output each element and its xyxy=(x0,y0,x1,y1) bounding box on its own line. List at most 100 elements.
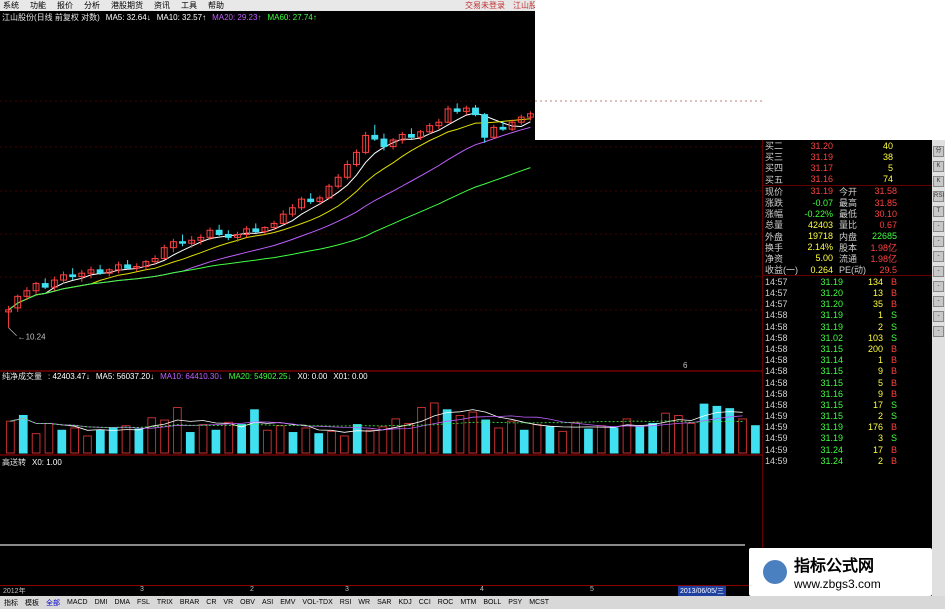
watermark-url: www.zbgs3.com xyxy=(793,577,881,591)
time-axis-label: 4 xyxy=(480,586,484,593)
tick-row: 14:58 31.15 200 B xyxy=(763,343,932,354)
volume-bar xyxy=(340,435,349,454)
tick-price: 31.19 xyxy=(820,321,843,332)
stat-value: 1.98亿 xyxy=(870,253,897,264)
tick-direction: B xyxy=(890,377,897,388)
menu-item-0[interactable]: 系统 xyxy=(3,0,19,11)
trade-status[interactable]: 交易未登录 江山股 xyxy=(445,0,545,11)
toolbar-button-4[interactable]: T xyxy=(933,206,944,217)
stat-row: 收益(一) 0.264 PE(动) 29.5 xyxy=(763,264,932,276)
tick-row: 14:57 31.20 13 B xyxy=(763,287,932,298)
candle-body xyxy=(69,274,77,278)
indicator-tab-mtm[interactable]: MTM xyxy=(459,599,477,606)
bid-price: 31.17 xyxy=(810,162,833,173)
indicator-tab-obv[interactable]: OBV xyxy=(239,599,256,606)
tick-list: 14:57 31.19 134 B 14:57 31.20 13 B 14:57 31.20 35 B… xyxy=(763,275,932,466)
tick-row: 14:59 31.15 2 S xyxy=(763,411,932,422)
tick-volume: 1 xyxy=(877,355,883,366)
time-axis-label: 3 xyxy=(345,586,349,593)
indicator-tab-wr[interactable]: WR xyxy=(357,599,371,606)
menu-item-4[interactable]: 港股期货 xyxy=(111,0,143,11)
toolbar-button-8[interactable]: - xyxy=(933,266,944,277)
menu-item-6[interactable]: 工具 xyxy=(181,0,197,11)
volume-bar xyxy=(70,427,80,454)
menu-item-3[interactable]: 分析 xyxy=(84,0,100,11)
toolbar-button-10[interactable]: - xyxy=(933,296,944,307)
indicator-tab-macd[interactable]: MACD xyxy=(66,599,89,606)
indicator-tab-fsl[interactable]: FSL xyxy=(136,599,151,606)
toolbar-button-11[interactable]: - xyxy=(933,311,944,322)
volume-bar xyxy=(622,418,632,454)
indicator-tab-vr[interactable]: VR xyxy=(222,599,234,606)
tick-row: 14:59 31.24 17 B xyxy=(763,444,932,455)
stat-value: 31.19 xyxy=(810,186,833,197)
tick-direction: B xyxy=(890,366,897,377)
volume-bar xyxy=(18,414,28,454)
tick-price: 31.24 xyxy=(820,455,843,466)
tick-time: 14:58 xyxy=(765,388,788,399)
toolbar-button-2[interactable]: K xyxy=(933,176,944,187)
watermark-title: 指标公式网 xyxy=(794,556,874,575)
trade-login-status[interactable]: 交易未登录 xyxy=(465,0,505,11)
menu-item-5[interactable]: 资讯 xyxy=(154,0,170,11)
toolbar-button-9[interactable]: - xyxy=(933,281,944,292)
indicator-tab-cci[interactable]: CCI xyxy=(418,599,432,606)
stat-value: 0.264 xyxy=(810,264,833,275)
time-axis-label: 3 xyxy=(140,586,144,593)
tick-price: 31.24 xyxy=(820,444,843,455)
indicator-tab-指标[interactable]: 指标 xyxy=(3,598,19,608)
volume-bar xyxy=(648,422,658,454)
volume-bar xyxy=(494,427,503,454)
tick-time: 14:59 xyxy=(765,455,788,466)
volume-bar xyxy=(108,427,118,454)
indicator-tab-emv[interactable]: EMV xyxy=(279,599,296,606)
stat-label: PE(动) xyxy=(839,265,867,276)
tick-price: 31.15 xyxy=(820,411,843,422)
indicator-tab-trix[interactable]: TRIX xyxy=(156,599,174,606)
tick-price: 31.19 xyxy=(820,433,843,444)
menu-item-2[interactable]: 报价 xyxy=(57,0,73,11)
indicator-tab-vol-tdx[interactable]: VOL-TDX xyxy=(301,599,333,606)
indicator-tab-mcst[interactable]: MCST xyxy=(528,599,550,606)
indicator-tab-psy[interactable]: PSY xyxy=(507,599,523,606)
toolbar-button-1[interactable]: K xyxy=(933,161,944,172)
toolbar-button-0[interactable]: 分 xyxy=(933,146,944,157)
indicator-tab-rsi[interactable]: RSI xyxy=(339,599,353,606)
tick-row: 14:59 31.19 176 B xyxy=(763,422,932,433)
tick-time: 14:58 xyxy=(765,366,788,377)
indicator-tab-boll[interactable]: BOLL xyxy=(482,599,502,606)
stat-value: 5.00 xyxy=(815,253,833,264)
indicator-tab-asi[interactable]: ASI xyxy=(261,599,274,606)
tick-price: 31.20 xyxy=(820,288,843,299)
tick-price: 31.15 xyxy=(820,366,843,377)
indicator-tab-roc[interactable]: ROC xyxy=(437,599,455,606)
event-marker: 6 xyxy=(683,361,688,370)
toolbar-button-7[interactable]: - xyxy=(933,251,944,262)
kline-chart[interactable]: 22.7920.5118.4616.6114.9513.4611.7510.90… xyxy=(0,11,762,585)
volume-bar xyxy=(185,432,195,454)
volume-bar xyxy=(751,425,760,454)
menu-item-1[interactable]: 功能 xyxy=(30,0,46,11)
tick-direction: S xyxy=(890,321,897,332)
indicator-tab-cr[interactable]: CR xyxy=(205,599,217,606)
indicator-tab-brar[interactable]: BRAR xyxy=(179,599,200,606)
toolbar-button-3[interactable]: RSI xyxy=(933,191,944,202)
stat-value: 22685 xyxy=(871,231,897,242)
indicator-tab-dmi[interactable]: DMI xyxy=(94,599,109,606)
toolbar-button-5[interactable]: - xyxy=(933,221,944,232)
indicator-tab-kdj[interactable]: KDJ xyxy=(398,599,413,606)
indicator-tab-全部[interactable]: 全部 xyxy=(45,598,61,608)
indicator-tab-sar[interactable]: SAR xyxy=(376,599,392,606)
volume-bar xyxy=(301,427,311,454)
toolbar-button-6[interactable]: - xyxy=(933,236,944,247)
tick-direction: B xyxy=(890,388,897,399)
tick-volume: 17 xyxy=(872,444,883,455)
toolbar-button-12[interactable]: - xyxy=(933,326,944,337)
menu-item-7[interactable]: 帮助 xyxy=(208,0,224,11)
volume-bar xyxy=(519,429,529,454)
tick-time: 14:57 xyxy=(765,276,788,287)
tick-row: 14:58 31.19 1 S xyxy=(763,310,932,321)
indicator-tab-dma[interactable]: DMA xyxy=(113,599,131,606)
indicator-tab-模板[interactable]: 模板 xyxy=(24,598,40,608)
tick-direction: B xyxy=(890,288,897,299)
